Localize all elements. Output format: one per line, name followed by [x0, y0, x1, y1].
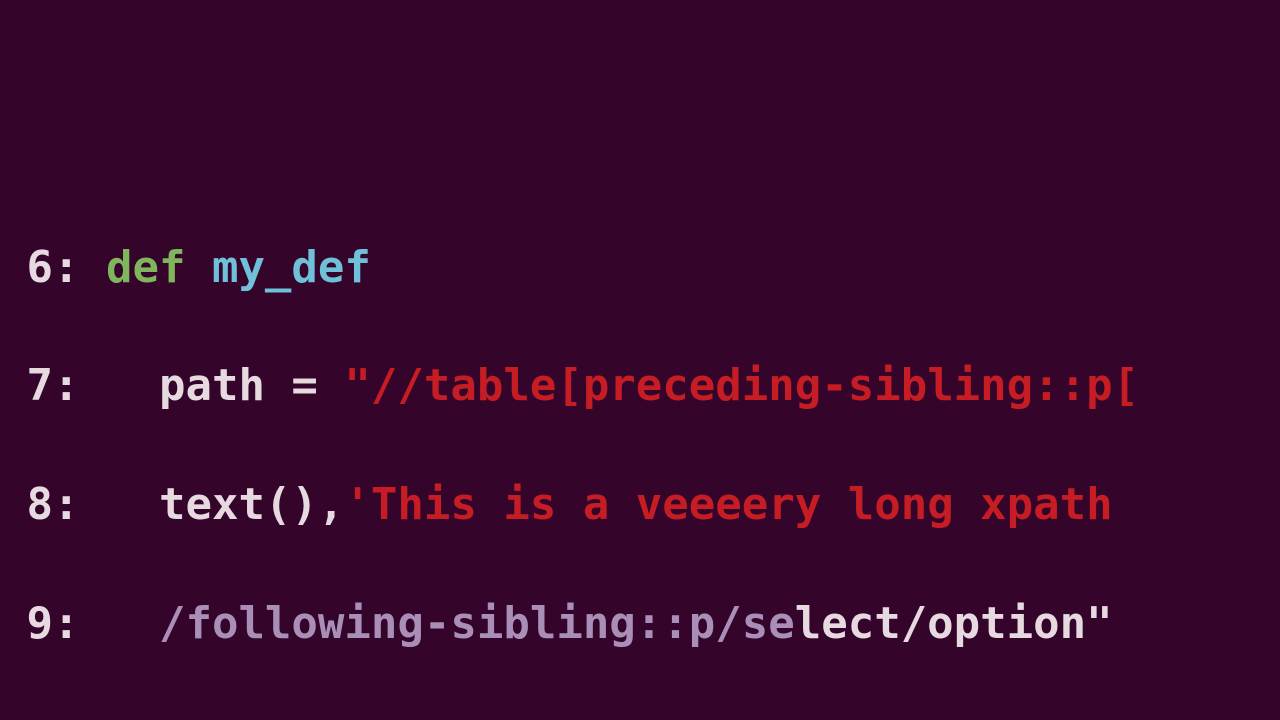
line-number: 9:	[0, 598, 79, 649]
line-number: 8:	[0, 479, 79, 530]
keyword-def: def	[106, 242, 212, 293]
line-number: 7:	[0, 360, 79, 411]
code-line: 6: def my_def	[0, 238, 1280, 297]
code-line: 7: path = "//table[preceding-sibling::p[	[0, 356, 1280, 415]
string-literal: 'This is a veeeery long xpath	[344, 479, 1112, 530]
terminal-screen[interactable]: 6: def my_def 7: path = "//table[precedi…	[0, 0, 1280, 720]
method-name: my_def	[212, 242, 371, 293]
line-number: 6:	[0, 242, 79, 293]
code-line: 10: binding.pry	[0, 713, 1280, 720]
code-line: 8: text(),'This is a veeeery long xpath	[0, 475, 1280, 534]
regex-segment: /following-sibling::p/se	[159, 598, 795, 649]
blank-row	[0, 119, 1280, 178]
string-literal: "//table[preceding-sibling::p[	[344, 360, 1139, 411]
code-line: 9: /following-sibling::p/select/option"	[0, 594, 1280, 653]
